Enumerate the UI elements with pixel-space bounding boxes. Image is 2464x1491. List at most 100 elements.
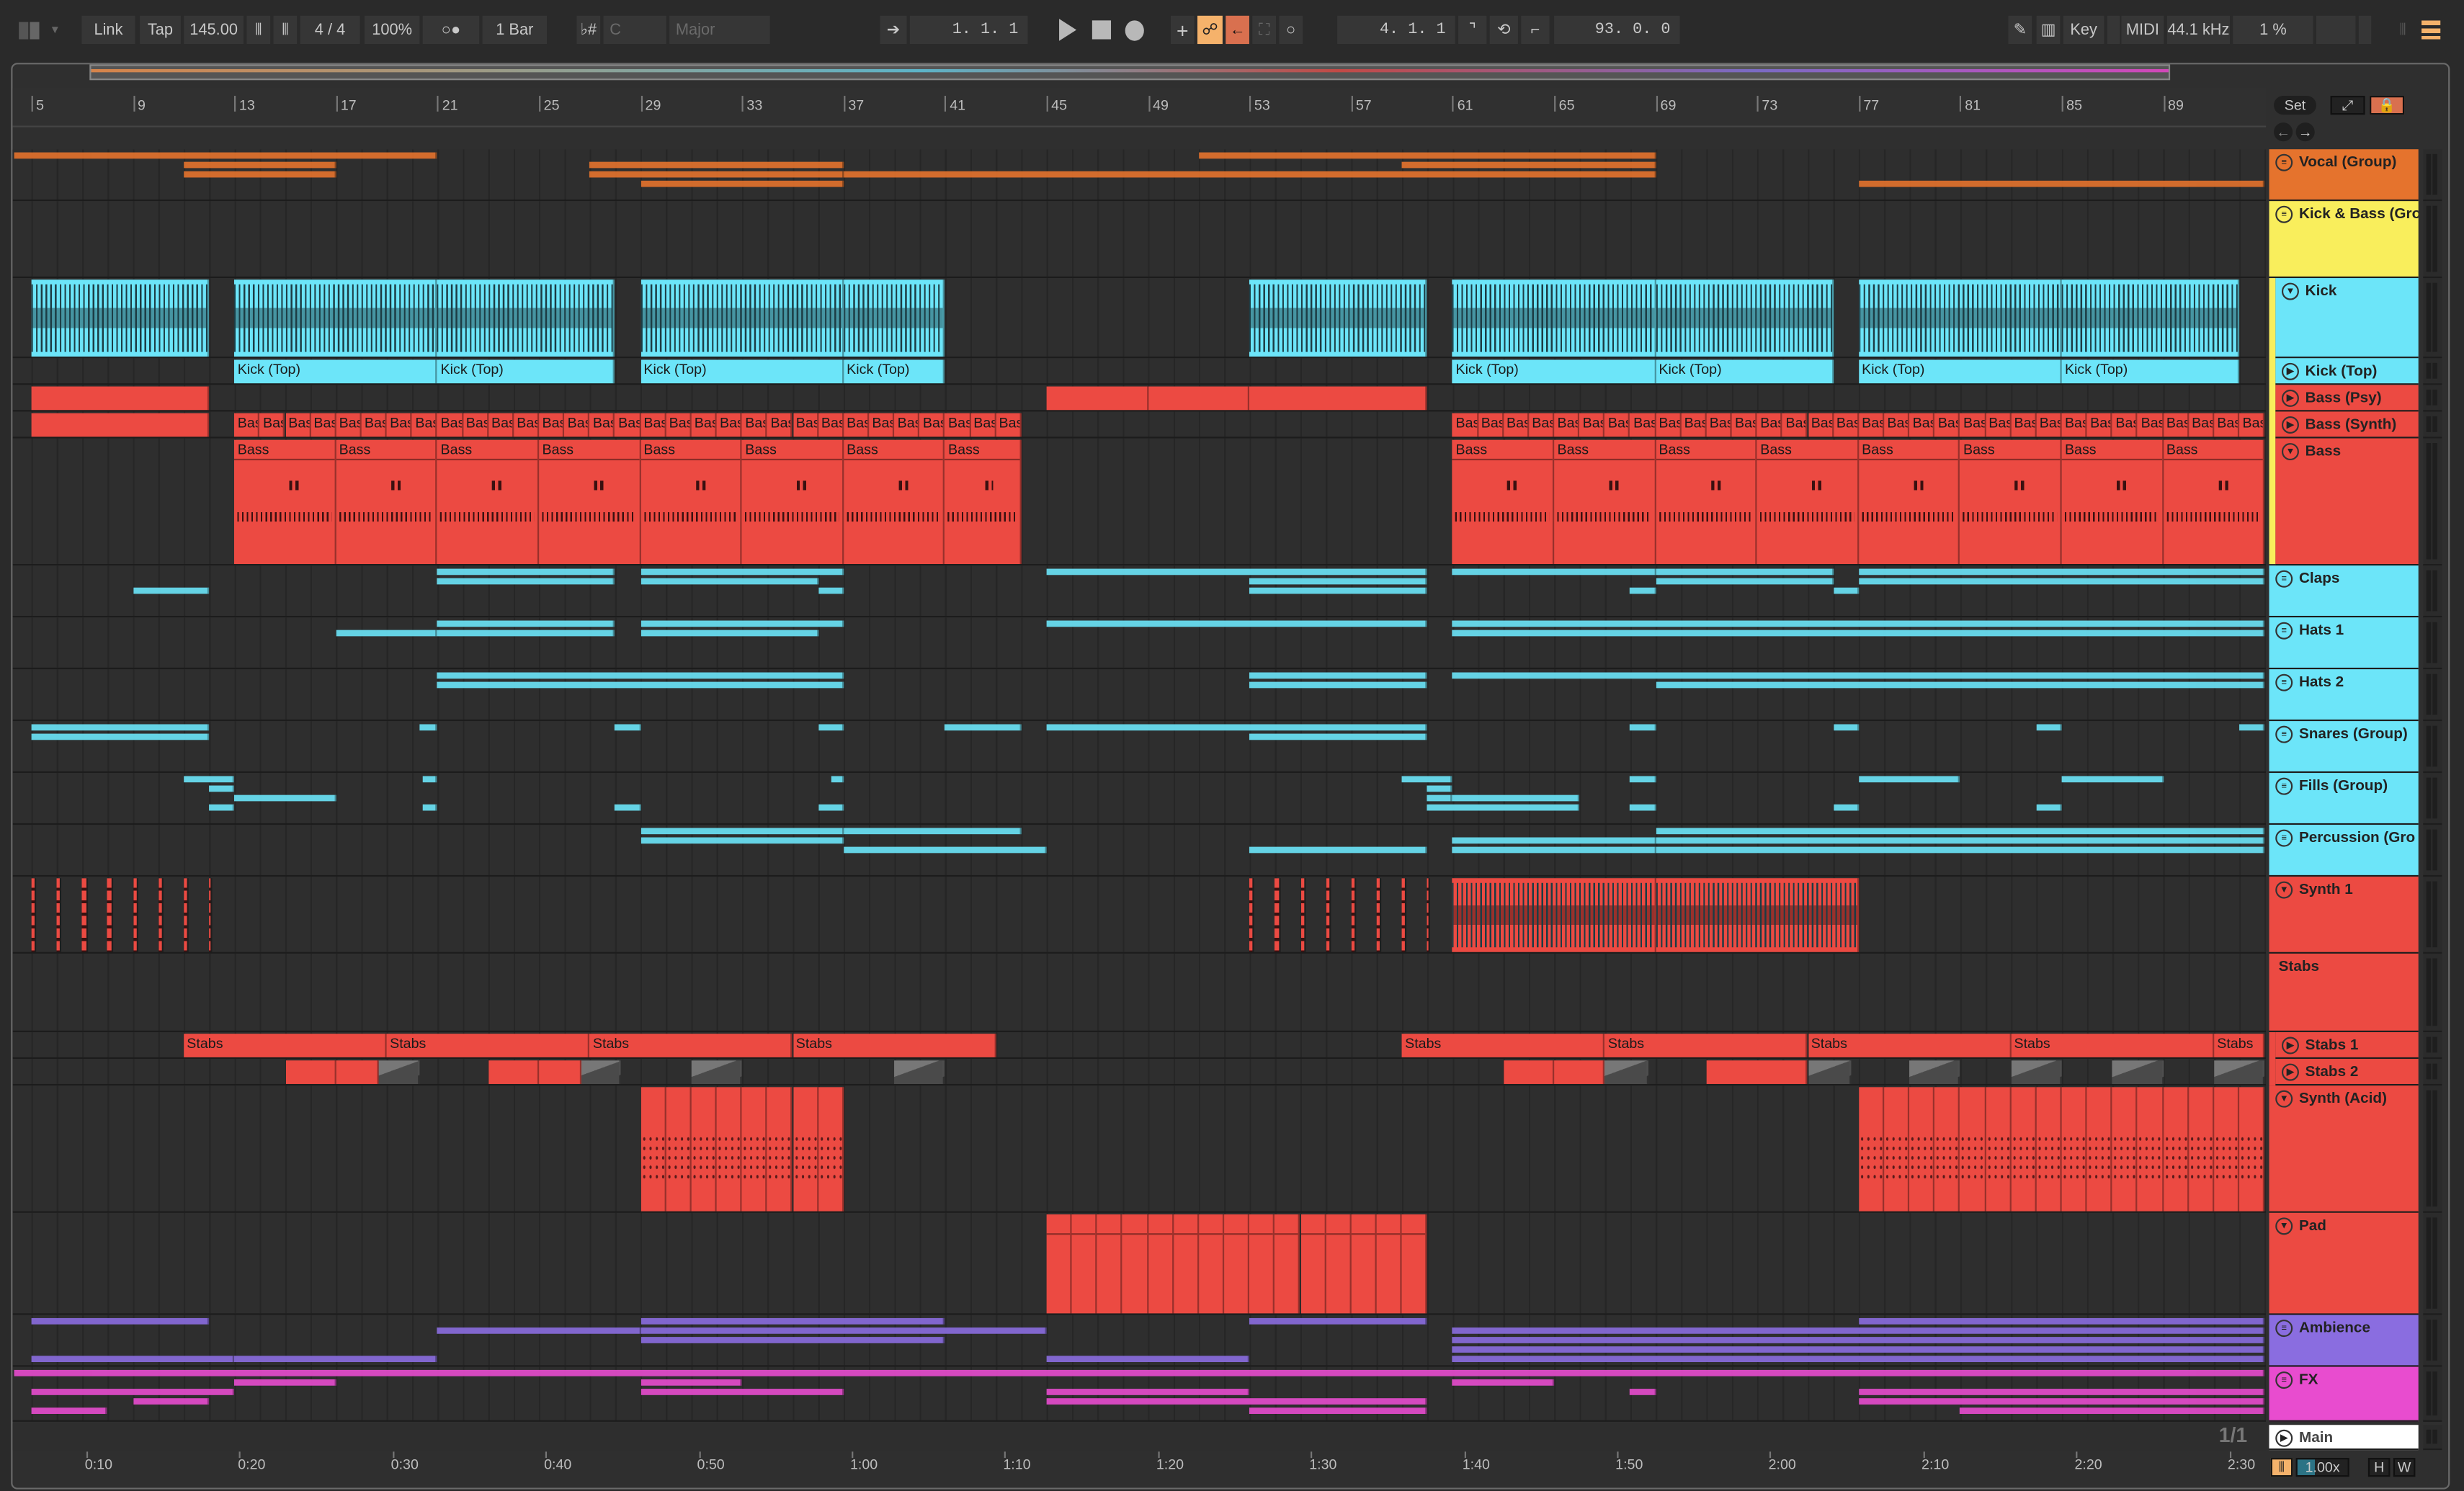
clip-lane[interactable] [1858,1389,2265,1395]
clip[interactable]: Kick (Top) [437,359,615,384]
expand-icon[interactable]: ▼ [2275,1090,2293,1108]
clip[interactable]: Bass [2112,413,2138,437]
group-icon[interactable]: ≡ [2275,1371,2293,1389]
clip[interactable]: Bass [945,413,970,437]
clip[interactable] [640,279,844,357]
back-arrow-icon[interactable]: ← [2274,122,2293,142]
clip[interactable]: Bass [818,413,844,437]
clip[interactable]: Bass [1757,439,1859,565]
track-header[interactable]: ≡ Fills (Group) [2269,773,2419,825]
clip-lane[interactable] [437,630,615,637]
add-icon[interactable]: + [1170,15,1195,45]
track-header[interactable]: ≡ Vocal (Group) [2269,149,2419,202]
clip[interactable] [1401,1214,1427,1314]
clip-lane[interactable] [1249,587,1427,594]
clip[interactable] [1909,1087,1935,1212]
play-icon[interactable]: ▶ [2281,1063,2299,1081]
clip[interactable]: Bass [1579,413,1605,437]
clip[interactable] [379,1060,420,1084]
track-header[interactable]: ▼ Pad [2269,1212,2419,1315]
track-header[interactable]: ▼ Synth (Acid) [2269,1085,2419,1213]
clip-lane[interactable] [1655,578,1834,585]
arrangement-tracks[interactable]: Kick (Top) Kick (Top) Kick (Top) Kick (Top)… [12,149,2267,1422]
track-header[interactable]: ≡ Hats 2 [2269,669,2419,722]
clip[interactable] [31,413,210,437]
clip-lane[interactable] [1427,804,1580,811]
clip-lane[interactable] [1452,1379,1555,1386]
metronome-button[interactable]: ○● [422,15,480,45]
clip[interactable] [1985,1087,2012,1212]
clip[interactable]: Stabs [1401,1034,1605,1057]
clip[interactable] [1097,1214,1123,1314]
clip[interactable]: Bass [488,413,514,437]
clip-lane[interactable] [13,1369,2265,1376]
group-icon[interactable]: ≡ [2275,153,2293,171]
clip-lane[interactable] [1249,1317,1427,1325]
clip[interactable]: Bass [1503,413,1529,437]
clip-lane[interactable] [234,1356,438,1363]
clip[interactable] [1427,878,1431,952]
clip-lane[interactable] [133,1398,210,1405]
clip[interactable] [2112,1087,2138,1212]
clip-lane[interactable] [1833,804,1859,811]
clip[interactable]: Bass [767,413,793,437]
clip-lane[interactable] [1655,837,2265,844]
clip[interactable]: Bass [1960,413,1986,437]
clip[interactable] [209,878,213,952]
clip[interactable]: Bass [437,413,463,437]
clip[interactable] [488,1060,540,1084]
clip-lane[interactable] [1630,724,1656,731]
clip-lane[interactable] [419,724,438,731]
clip[interactable]: Bass [1858,439,1960,565]
clip[interactable]: Stabs [1808,1034,2012,1057]
clip-lane[interactable] [437,578,615,585]
clip-lane[interactable] [437,568,615,576]
clip[interactable]: Stabs [589,1034,793,1057]
track-lane[interactable] [12,201,2267,279]
clip[interactable] [1326,1214,1352,1314]
clip-lane[interactable] [437,1327,640,1334]
clip[interactable] [1326,878,1331,952]
clip[interactable] [1655,878,1859,952]
clip[interactable]: Kick (Top) [234,359,438,384]
cpu-meter[interactable]: 1 % [2233,15,2313,45]
view-toggle-icon[interactable] [14,16,43,44]
clip[interactable]: Bass [666,413,692,437]
clip[interactable]: Bass [2036,413,2062,437]
clip[interactable]: Bass [1934,413,1960,437]
clip[interactable] [56,878,62,952]
clip[interactable]: Bass [2138,413,2164,437]
track-header[interactable]: ▶ Bass (Synth) [2275,411,2419,439]
clip[interactable] [2011,1087,2037,1212]
clip[interactable] [1173,1214,1199,1314]
clip-lane[interactable] [640,837,844,844]
beat-time-ruler[interactable]: 5 9 13 17 21 25 29 33 37 41 45 49 53 57 61 65 69 73 77 81 85… [12,88,2267,127]
clip[interactable] [31,386,210,411]
clip[interactable]: Bass [894,413,920,437]
track-header[interactable]: ≡ Percussion (Gro [2269,825,2419,877]
arrangement-overview[interactable] [89,64,2171,81]
clip[interactable]: Bass [1960,439,2062,565]
clip[interactable] [31,878,37,952]
clip[interactable]: Bass [539,413,565,437]
clip-lane[interactable] [1249,681,1427,689]
track-header[interactable]: ≡ Ambience [2269,1315,2419,1367]
clip[interactable]: Bass [285,413,311,437]
clip-lane[interactable] [31,733,210,740]
clip[interactable] [2061,1087,2087,1212]
clip-lane[interactable] [1858,1398,2265,1405]
clip[interactable]: Bass [1985,413,2012,437]
time-ruler[interactable]: 0:10 0:20 0:30 0:40 0:50 1:00 1:10 1:20 1:30 1:40… [12,1451,2266,1479]
clip[interactable]: Kick (Top) [1858,359,2062,384]
clip-lane[interactable] [818,804,844,811]
clip-lane[interactable] [1655,828,2265,835]
clip[interactable]: Bass [919,413,945,437]
clip[interactable]: Stabs [2213,1034,2265,1057]
group-icon[interactable]: ≡ [2275,725,2293,743]
clip[interactable]: Bass [1554,439,1656,565]
clip[interactable]: Bass [1655,439,1757,565]
clip-lane[interactable] [1858,578,2265,585]
clip[interactable]: Bass [1452,439,1555,565]
clip-lane[interactable] [234,794,336,802]
clip[interactable] [1249,878,1255,952]
